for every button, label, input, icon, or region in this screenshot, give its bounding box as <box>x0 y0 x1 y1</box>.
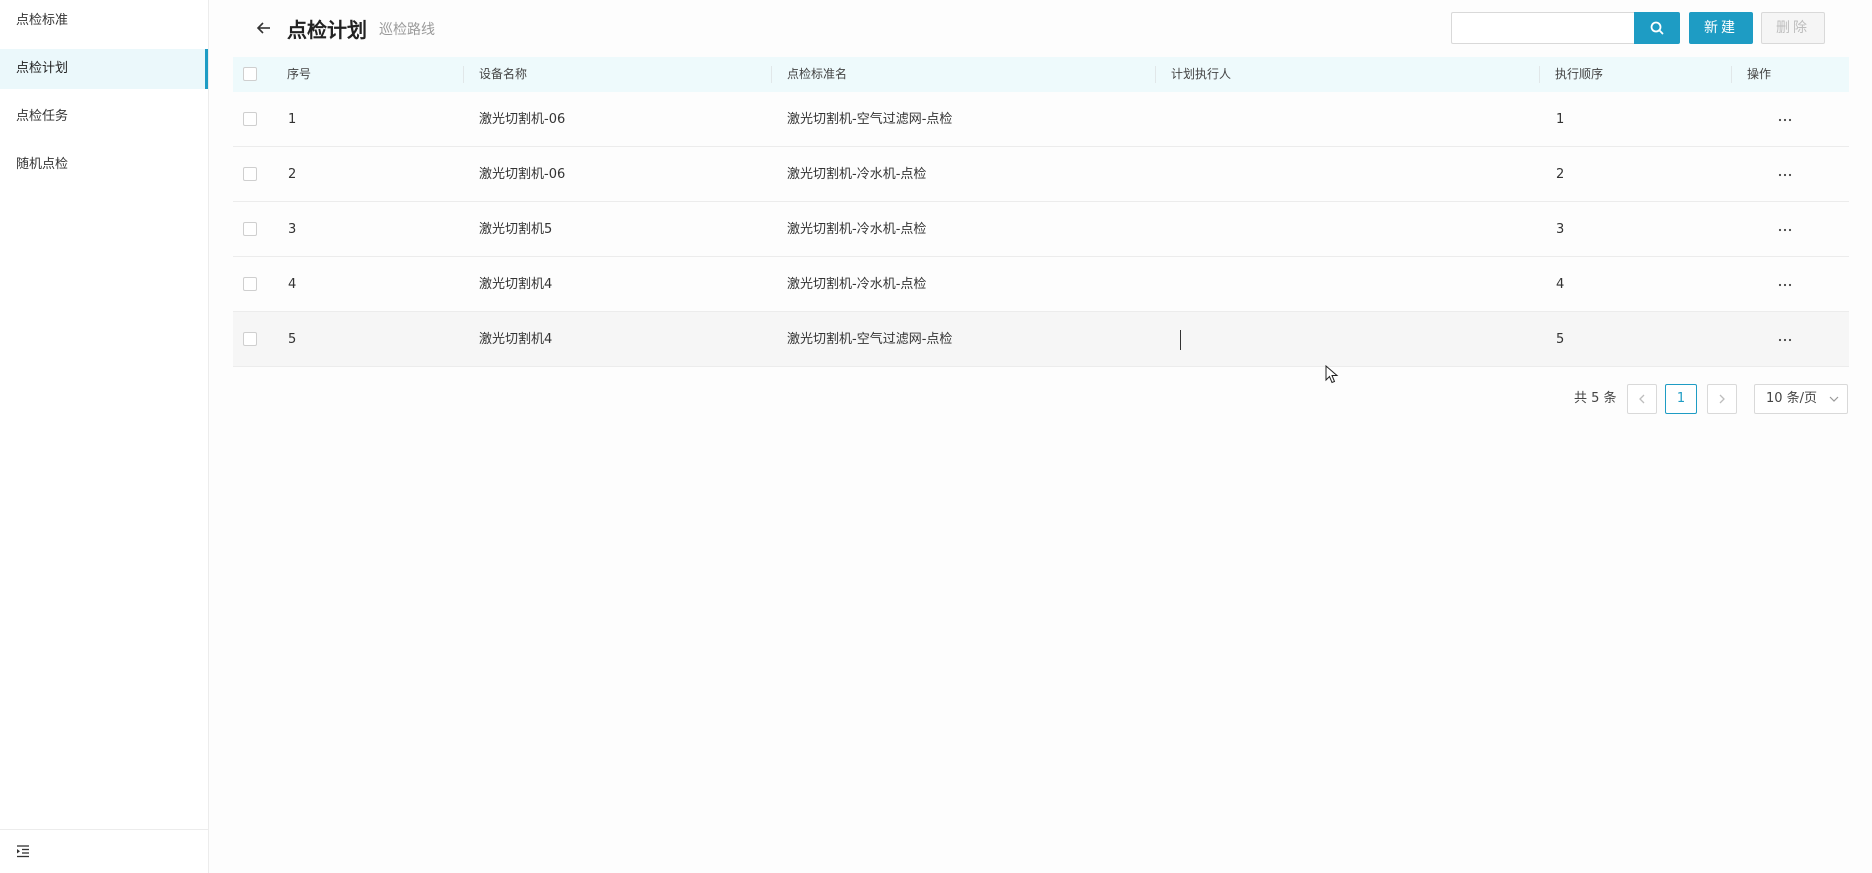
new-button[interactable]: 新建 <box>1689 12 1753 44</box>
search-input[interactable] <box>1451 12 1635 44</box>
chevron-down-icon <box>1829 396 1839 402</box>
column-divider <box>1155 66 1156 83</box>
row-order: 1 <box>1556 112 1565 127</box>
row-checkbox[interactable] <box>243 222 257 236</box>
sidebar-item-inspection-plan[interactable]: 点检计划 <box>0 49 208 89</box>
page-subtitle: 巡检路线 <box>379 22 435 38</box>
column-header-order: 执行顺序 <box>1555 67 1604 81</box>
delete-button[interactable]: 删除 <box>1761 12 1825 44</box>
table-row[interactable]: 3 激光切割机5 激光切割机-冷水机-点检 3 <box>233 202 1849 257</box>
column-divider <box>771 66 772 83</box>
collapse-menu-icon[interactable] <box>16 844 30 858</box>
sidebar-item-label: 点检计划 <box>16 61 69 76</box>
table-row[interactable]: 2 激光切割机-06 激光切割机-冷水机-点检 2 <box>233 147 1849 202</box>
table-header: 序号 设备名称 点检标准名 计划执行人 执行顺序 操作 <box>233 57 1849 93</box>
sidebar-footer <box>0 829 208 873</box>
column-header-standard-name: 点检标准名 <box>787 67 848 81</box>
page-size-select[interactable]: 10 条/页 <box>1754 384 1848 414</box>
next-page-button[interactable] <box>1707 384 1737 414</box>
row-standard-name: 激光切割机-冷水机-点检 <box>787 167 927 182</box>
search-icon <box>1650 21 1664 35</box>
column-header-index: 序号 <box>287 67 312 81</box>
select-all-checkbox[interactable] <box>243 67 257 81</box>
search-button[interactable] <box>1634 12 1680 44</box>
row-index: 3 <box>288 222 297 237</box>
table-row[interactable]: 1 激光切割机-06 激光切割机-空气过滤网-点检 1 <box>233 92 1849 147</box>
row-device-name: 激光切割机-06 <box>479 167 566 182</box>
row-device-name: 激光切割机4 <box>479 277 553 292</box>
table-row[interactable]: 5 激光切割机4 激光切割机-空气过滤网-点检 5 <box>233 312 1849 367</box>
sidebar-item-random-inspection[interactable]: 随机点检 <box>0 145 208 185</box>
table-row[interactable]: 4 激光切割机4 激光切割机-冷水机-点检 4 <box>233 257 1849 312</box>
column-divider <box>1539 66 1540 83</box>
more-icon[interactable] <box>1777 332 1793 348</box>
row-index: 4 <box>288 277 297 292</box>
back-arrow-icon[interactable] <box>255 19 273 37</box>
column-header-device-name: 设备名称 <box>479 67 528 81</box>
row-order: 4 <box>1556 277 1565 292</box>
row-device-name: 激光切割机5 <box>479 222 553 237</box>
sidebar-item-label: 点检标准 <box>16 13 69 28</box>
page-title: 点检计划 <box>287 18 367 42</box>
column-header-actions: 操作 <box>1747 67 1772 81</box>
sidebar-item-label: 随机点检 <box>16 157 69 172</box>
page-number-button[interactable]: 1 <box>1665 384 1697 414</box>
row-standard-name: 激光切割机-空气过滤网-点检 <box>787 112 953 127</box>
row-checkbox[interactable] <box>243 167 257 181</box>
sidebar-item-inspection-task[interactable]: 点检任务 <box>0 97 208 137</box>
page-size-label: 10 条/页 <box>1766 391 1818 406</box>
chevron-left-icon <box>1639 394 1645 404</box>
row-index: 1 <box>288 112 297 127</box>
row-checkbox[interactable] <box>243 332 257 346</box>
column-divider <box>463 66 464 83</box>
sidebar-item-inspection-standard[interactable]: 点检标准 <box>0 1 208 41</box>
chevron-right-icon <box>1719 394 1725 404</box>
row-device-name: 激光切割机-06 <box>479 112 566 127</box>
more-icon[interactable] <box>1777 277 1793 293</box>
more-icon[interactable] <box>1777 112 1793 128</box>
sidebar: 点检标准 点检计划 点检任务 随机点检 <box>0 0 209 873</box>
sidebar-item-label: 点检任务 <box>16 109 69 124</box>
row-standard-name: 激光切割机-空气过滤网-点检 <box>787 332 953 347</box>
column-header-executor: 计划执行人 <box>1171 67 1232 81</box>
more-icon[interactable] <box>1777 222 1793 238</box>
row-order: 5 <box>1556 332 1565 347</box>
row-index: 2 <box>288 167 297 182</box>
row-standard-name: 激光切割机-冷水机-点检 <box>787 277 927 292</box>
row-checkbox[interactable] <box>243 112 257 126</box>
pagination-total: 共 5 条 <box>1574 391 1617 406</box>
row-checkbox[interactable] <box>243 277 257 291</box>
main-content: 点检计划 巡检路线 新建 删除 序号 设备名称 点检标准名 计划执行人 执行顺序… <box>209 0 1872 873</box>
row-device-name: 激光切割机4 <box>479 332 553 347</box>
column-divider <box>1731 66 1732 83</box>
more-icon[interactable] <box>1777 167 1793 183</box>
text-caret <box>1180 330 1181 350</box>
prev-page-button[interactable] <box>1627 384 1657 414</box>
mouse-cursor-icon <box>1325 365 1339 384</box>
row-order: 2 <box>1556 167 1565 182</box>
row-order: 3 <box>1556 222 1565 237</box>
row-standard-name: 激光切割机-冷水机-点检 <box>787 222 927 237</box>
row-index: 5 <box>288 332 297 347</box>
